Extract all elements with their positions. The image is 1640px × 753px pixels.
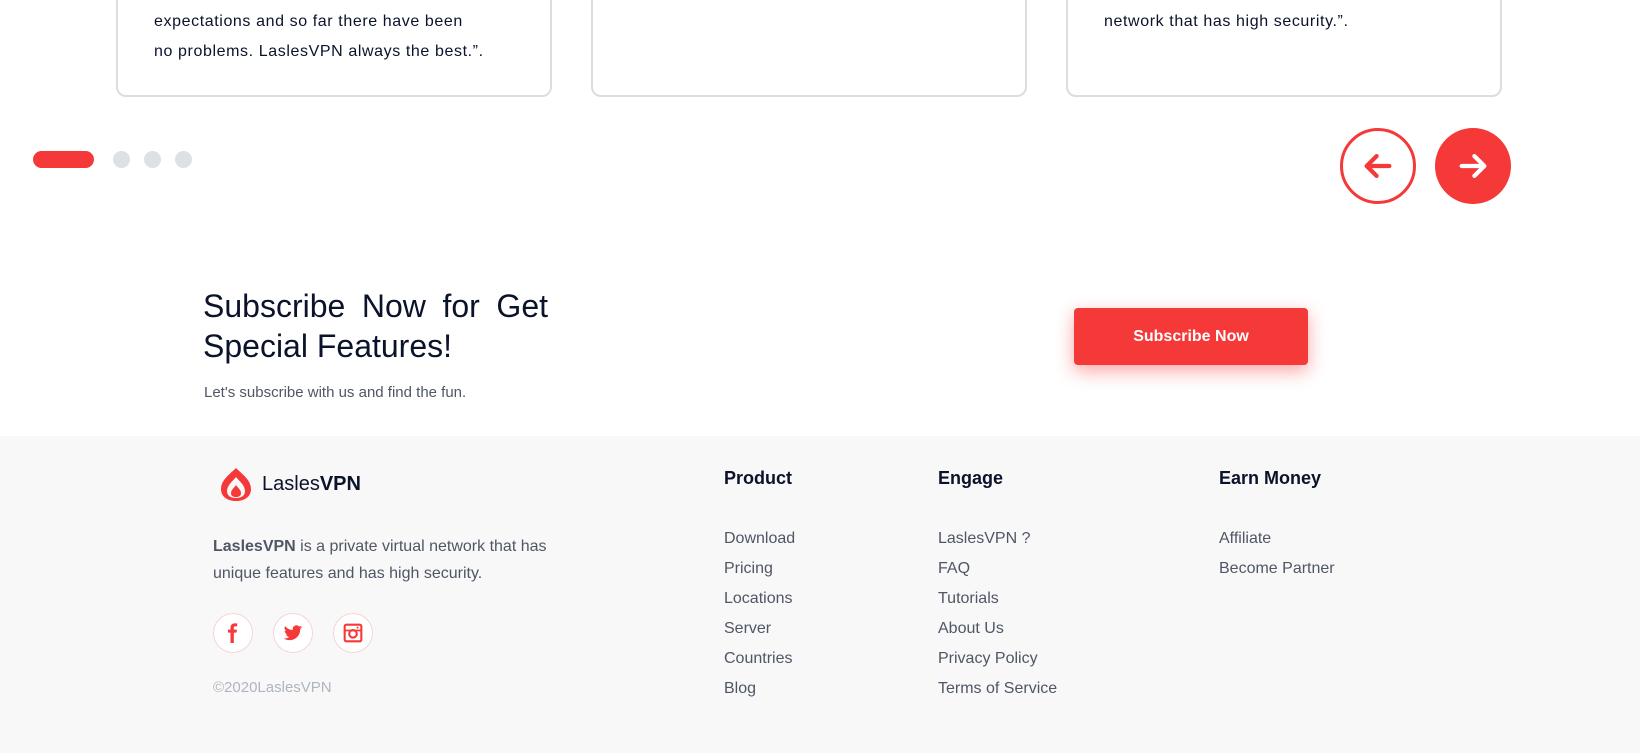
facebook-button[interactable] bbox=[213, 613, 253, 653]
testimonial-text: network that has high security.”. bbox=[1104, 13, 1349, 30]
facebook-icon bbox=[228, 623, 238, 643]
pagination-dot[interactable] bbox=[144, 151, 161, 168]
footer-link-laslesvpn[interactable]: LaslesVPN ? bbox=[938, 524, 1057, 554]
subscribe-now-button[interactable]: Subscribe Now bbox=[1074, 308, 1308, 365]
pagination-dot[interactable] bbox=[113, 151, 130, 168]
copyright-text: ©2020LaslesVPN bbox=[213, 679, 332, 696]
testimonial-text: expectations and so far there have been … bbox=[154, 13, 484, 60]
footer-column-title-earn-money: Earn Money bbox=[1219, 468, 1322, 488]
subscribe-description: Let's subscribe with us and find the fun… bbox=[204, 384, 467, 401]
subscribe-title: Subscribe Now for Get Special Features! bbox=[203, 288, 548, 364]
footer-link-download[interactable]: Download bbox=[724, 524, 795, 554]
testimonial-card: expectations and so far there have been … bbox=[116, 0, 552, 97]
instagram-icon bbox=[343, 623, 363, 643]
twitter-button[interactable] bbox=[273, 613, 313, 653]
pagination-dot-active[interactable] bbox=[33, 151, 94, 168]
footer-link-locations[interactable]: Locations bbox=[724, 584, 795, 614]
footer: LaslesVPN LaslesVPN is a private virtual… bbox=[0, 436, 1640, 753]
footer-column-title-product: Product bbox=[724, 468, 793, 488]
footer-link-tutorials[interactable]: Tutorials bbox=[938, 584, 1057, 614]
footer-link-privacy-policy[interactable]: Privacy Policy bbox=[938, 644, 1057, 674]
footer-link-blog[interactable]: Blog bbox=[724, 674, 795, 704]
testimonial-card: network that has high security.”. bbox=[1066, 0, 1502, 97]
footer-link-server[interactable]: Server bbox=[724, 614, 795, 644]
brand-logo[interactable]: LaslesVPN bbox=[218, 466, 361, 502]
twitter-icon bbox=[283, 625, 303, 641]
pagination-dot[interactable] bbox=[175, 151, 192, 168]
footer-link-about-us[interactable]: About Us bbox=[938, 614, 1057, 644]
footer-link-become-partner[interactable]: Become Partner bbox=[1219, 554, 1335, 584]
arrow-right-icon bbox=[1459, 153, 1487, 179]
slider-next-button[interactable] bbox=[1435, 128, 1511, 204]
footer-column-title-engage: Engage bbox=[938, 468, 1004, 488]
footer-links-earn-money: Affiliate Become Partner bbox=[1219, 524, 1335, 584]
testimonial-card bbox=[591, 0, 1027, 97]
footer-link-countries[interactable]: Countries bbox=[724, 644, 795, 674]
footer-link-pricing[interactable]: Pricing bbox=[724, 554, 795, 584]
footer-link-terms-of-service[interactable]: Terms of Service bbox=[938, 674, 1057, 704]
footer-links-product: Download Pricing Locations Server Countr… bbox=[724, 524, 795, 704]
footer-link-affiliate[interactable]: Affiliate bbox=[1219, 524, 1335, 554]
footer-links-engage: LaslesVPN ? FAQ Tutorials About Us Priva… bbox=[938, 524, 1057, 704]
slider-prev-button[interactable] bbox=[1340, 128, 1416, 204]
instagram-button[interactable] bbox=[333, 613, 373, 653]
footer-link-faq[interactable]: FAQ bbox=[938, 554, 1057, 584]
brand-description: LaslesVPN is a private virtual network t… bbox=[213, 538, 547, 582]
brand-name: LaslesVPN bbox=[262, 472, 361, 495]
flame-logo-icon bbox=[221, 468, 251, 501]
arrow-left-icon bbox=[1364, 153, 1392, 179]
